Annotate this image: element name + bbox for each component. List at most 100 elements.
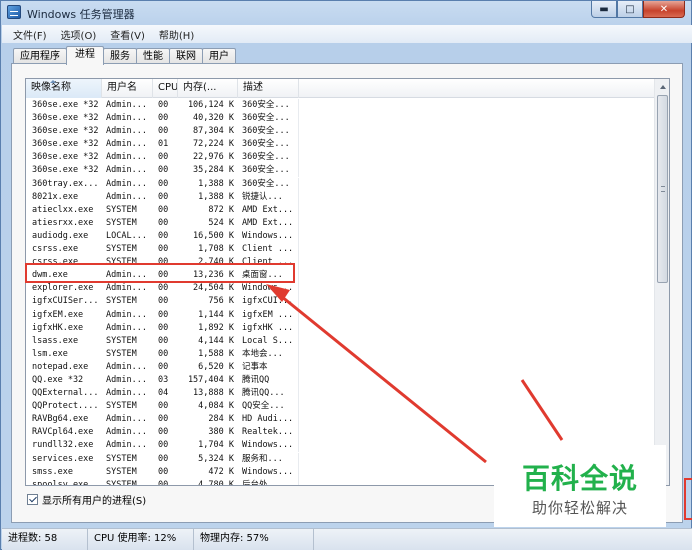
process-cpu: 00 — [158, 178, 169, 189]
show-all-users-option[interactable]: 显示所有用户的进程(S) — [27, 492, 146, 507]
menu-options[interactable]: 选项(O) — [54, 27, 104, 42]
process-cpu: 00 — [158, 401, 169, 412]
process-mem: 13,888 K — [193, 388, 234, 399]
process-user: Admin... — [106, 414, 147, 425]
process-user: SYSTEM — [106, 479, 137, 486]
process-row[interactable]: 360se.exe *32 Admin... 00 22,976 K 360安全... — [26, 151, 656, 165]
status-bar: 进程数: 58 CPU 使用率: 12% 物理内存: 57% — [2, 528, 692, 550]
process-row[interactable]: atiesrxx.exe SYSTEM 00 524 K AMD Ext... — [26, 216, 656, 230]
process-row[interactable]: csrss.exe SYSTEM 00 1,708 K Client ... — [26, 243, 656, 257]
column-separator — [298, 439, 299, 453]
column-cpu[interactable]: CPU — [153, 79, 178, 98]
process-row[interactable]: lsm.exe SYSTEM 00 1,588 K 本地会... — [26, 347, 656, 361]
process-mem: 1,388 K — [198, 191, 234, 202]
process-name: 360se.exe *32 — [32, 165, 99, 176]
process-mem: 4,780 K — [198, 479, 234, 486]
process-cpu: 00 — [158, 152, 169, 163]
explorer-highlight-box — [25, 263, 295, 283]
menu-file[interactable]: 文件(F) — [6, 27, 54, 42]
show-all-users-checkbox[interactable] — [27, 494, 38, 505]
process-desc: 腾讯QQ — [242, 374, 270, 385]
process-name: igfxEM.exe — [32, 309, 84, 320]
process-mem: 1,892 K — [198, 322, 234, 333]
process-user: SYSTEM — [106, 204, 137, 215]
process-row[interactable]: QQ.exe *32 Admin... 03 157,404 K 腾讯QQ — [26, 373, 656, 387]
process-row[interactable]: QQExternal... Admin... 04 13,888 K 腾讯QQ... — [26, 387, 656, 401]
process-user: Admin... — [106, 100, 147, 110]
column-separator — [298, 256, 299, 270]
process-row[interactable]: 8021x.exe Admin... 00 1,388 K 锐捷认... — [26, 190, 656, 204]
scrollbar-thumb[interactable] — [657, 95, 668, 283]
process-row[interactable]: 360se.exe *32 Admin... 00 106,124 K 360安全... — [26, 99, 656, 112]
process-cpu: 00 — [158, 309, 169, 320]
process-mem: 87,304 K — [193, 126, 234, 137]
process-cpu: 00 — [158, 361, 169, 372]
process-row[interactable]: audiodg.exe LOCAL... 00 16,500 K Windows... — [26, 229, 656, 243]
process-cpu: 00 — [158, 126, 169, 137]
vertical-scrollbar[interactable] — [654, 79, 669, 485]
process-cpu: 00 — [158, 440, 169, 451]
process-name: 8021x.exe — [32, 191, 79, 202]
process-row[interactable]: lsass.exe SYSTEM 00 4,144 K Local S... — [26, 334, 656, 348]
column-separator — [298, 387, 299, 401]
process-name: audiodg.exe — [32, 230, 89, 241]
minimize-button[interactable]: ▬ — [591, 1, 617, 18]
process-row[interactable]: explorer.exe Admin... 00 24,504 K Windows... — [26, 282, 656, 296]
process-row[interactable]: 360se.exe *32 Admin... 00 35,284 K 360安全... — [26, 164, 656, 178]
process-name: 360se.exe *32 — [32, 126, 99, 137]
process-mem: 106,124 K — [187, 100, 234, 110]
process-row[interactable]: 360se.exe *32 Admin... 01 72,224 K 360安全... — [26, 138, 656, 152]
process-desc: 360安全... — [242, 113, 290, 124]
process-row[interactable]: notepad.exe Admin... 00 6,520 K 记事本 — [26, 360, 656, 374]
process-row[interactable]: igfxHK.exe Admin... 00 1,892 K igfxHK ... — [26, 321, 656, 335]
process-cpu: 00 — [158, 100, 169, 110]
scroll-up-button[interactable] — [655, 79, 669, 94]
close-button[interactable]: ✕ — [643, 1, 685, 18]
process-name: 360se.exe *32 — [32, 139, 99, 150]
column-memory[interactable]: 内存(... — [178, 79, 238, 98]
column-image-name[interactable]: 映像名称 — [26, 79, 102, 98]
process-mem: 1,144 K — [198, 309, 234, 320]
tab-processes[interactable]: 进程 — [66, 46, 104, 65]
process-desc: Client ... — [242, 244, 294, 255]
process-user: SYSTEM — [106, 335, 137, 346]
process-user: Admin... — [106, 139, 147, 150]
process-row[interactable]: RAVCpl64.exe Admin... 00 380 K Realtek... — [26, 426, 656, 440]
process-desc: HD Audi... — [242, 414, 294, 425]
process-desc: 锐捷认... — [242, 191, 283, 202]
column-separator — [298, 478, 299, 485]
process-mem: 16,500 K — [193, 230, 234, 241]
process-desc: AMD Ext... — [242, 217, 294, 228]
process-row[interactable]: igfxCUISer... SYSTEM 00 756 K igfxCUI... — [26, 295, 656, 309]
process-row[interactable]: atieclxx.exe SYSTEM 00 872 K AMD Ext... — [26, 203, 656, 217]
column-separator — [298, 295, 299, 309]
process-row[interactable]: igfxEM.exe Admin... 00 1,144 K igfxEM ... — [26, 308, 656, 322]
process-row[interactable]: 360tray.ex... Admin... 00 1,388 K 360安全... — [26, 177, 656, 191]
task-manager-icon — [7, 5, 21, 19]
process-mem: 4,084 K — [198, 401, 234, 412]
title-bar[interactable]: Windows 任务管理器 ▬ □ ✕ — [1, 1, 691, 25]
column-separator — [298, 177, 299, 191]
process-mem: 756 K — [208, 296, 234, 307]
show-all-users-label: 显示所有用户的进程(S) — [42, 496, 147, 507]
process-row[interactable]: 360se.exe *32 Admin... 00 87,304 K 360安全... — [26, 125, 656, 139]
process-desc: 360安全... — [242, 139, 290, 150]
process-desc: 360安全... — [242, 165, 290, 176]
process-row[interactable]: RAVBg64.exe Admin... 00 284 K HD Audi... — [26, 413, 656, 427]
process-user: Admin... — [106, 322, 147, 333]
maximize-button[interactable]: □ — [617, 1, 643, 18]
menu-bar: 文件(F) 选项(O) 查看(V) 帮助(H) — [2, 25, 692, 43]
process-user: Admin... — [106, 178, 147, 189]
process-name: RAVCpl64.exe — [32, 427, 94, 438]
menu-help[interactable]: 帮助(H) — [152, 27, 201, 42]
process-row[interactable]: QQProtect.... SYSTEM 00 4,084 K QQ安全... — [26, 400, 656, 414]
process-user: Admin... — [106, 388, 147, 399]
process-desc: Windows... — [242, 230, 294, 241]
process-cpu: 00 — [158, 244, 169, 255]
process-name: igfxHK.exe — [32, 322, 84, 333]
column-description[interactable]: 描述 — [238, 79, 299, 98]
column-user-name[interactable]: 用户名 — [102, 79, 153, 98]
process-row[interactable]: 360se.exe *32 Admin... 00 40,320 K 360安全... — [26, 112, 656, 126]
process-mem: 40,320 K — [193, 113, 234, 124]
menu-view[interactable]: 查看(V) — [103, 27, 152, 42]
